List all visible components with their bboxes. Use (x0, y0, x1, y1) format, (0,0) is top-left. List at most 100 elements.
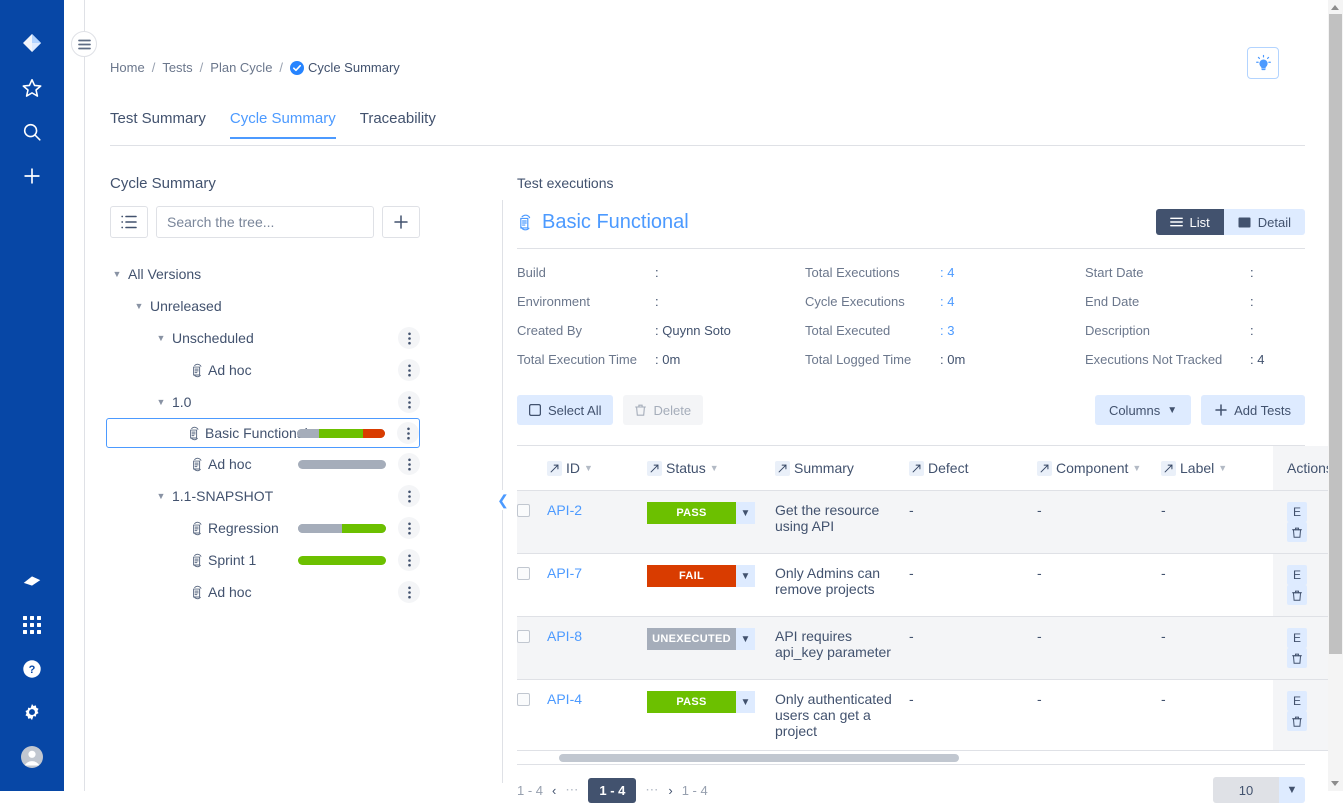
tree-item-basic-functional[interactable]: Basic Functional (106, 418, 420, 448)
list-view-icon[interactable] (110, 206, 148, 238)
tree-twisty-icon[interactable]: ▼ (154, 397, 168, 407)
breadcrumb-item-tests[interactable]: Tests (162, 60, 192, 75)
status-badge[interactable]: PASS (647, 502, 736, 524)
column-header-defect[interactable]: Defect (909, 446, 1037, 491)
row-checkbox[interactable] (517, 693, 530, 706)
status-badge[interactable]: FAIL (647, 565, 736, 587)
tree-item-all-versions[interactable]: ▼ All Versions (110, 258, 420, 290)
tab-cycle-summary[interactable]: Cycle Summary (218, 110, 348, 139)
pagination-current-page[interactable]: 1 - 4 (588, 777, 637, 803)
breadcrumb-item-home[interactable]: Home (110, 60, 145, 75)
tree-item-more-menu-icon[interactable] (398, 485, 420, 507)
tree-item-unscheduled[interactable]: ▼ Unscheduled (110, 322, 420, 354)
tree-item-more-menu-icon[interactable] (398, 327, 420, 349)
tree-item-ad-hoc[interactable]: Ad hoc (110, 354, 420, 386)
meta-value[interactable]: : 4 (940, 294, 1085, 309)
meta-value[interactable]: : 3 (940, 323, 1085, 338)
tree-item-more-menu-icon[interactable] (398, 517, 420, 539)
scroll-up-arrow-icon[interactable] (1331, 5, 1339, 10)
tree-item-more-menu-icon[interactable] (398, 359, 420, 381)
tree-item-more-menu-icon[interactable] (397, 422, 419, 444)
status-badge[interactable]: PASS (647, 691, 736, 713)
page-scrollbar-thumb[interactable] (1329, 14, 1342, 654)
tree-twisty-icon[interactable]: ▼ (154, 491, 168, 501)
tree-item-ad-hoc[interactable]: Ad hoc (110, 448, 420, 480)
apps-grid-icon[interactable] (16, 609, 48, 641)
jira-logo-icon[interactable] (16, 28, 48, 60)
add-tests-button[interactable]: Add Tests (1201, 395, 1305, 425)
delete-row-button[interactable] (1287, 522, 1307, 542)
tree-twisty-icon[interactable]: ▼ (132, 301, 146, 311)
column-header-summary[interactable]: Summary (775, 446, 909, 491)
plus-icon[interactable] (16, 160, 48, 192)
tree-item-1-1-snapshot[interactable]: ▼ 1.1-SNAPSHOT (110, 480, 420, 512)
meta-value[interactable]: : 4 (940, 265, 1085, 280)
tree-item-regression[interactable]: Regression (110, 512, 420, 544)
view-toggle-list[interactable]: List (1155, 209, 1224, 235)
delete-row-button[interactable] (1287, 711, 1307, 731)
help-icon[interactable]: ? (16, 653, 48, 685)
page-size-select[interactable]: 10 ▼ (1213, 777, 1305, 803)
test-id-link[interactable]: API-2 (547, 502, 582, 518)
row-checkbox[interactable] (517, 504, 530, 517)
tab-traceability[interactable]: Traceability (348, 110, 448, 138)
delete-row-button[interactable] (1287, 585, 1307, 605)
columns-button[interactable]: Columns ▼ (1094, 395, 1192, 425)
test-id-link[interactable]: API-4 (547, 691, 582, 707)
table-row[interactable]: API-8 UNEXECUTED ▼ API requires api_key par… (517, 616, 1343, 680)
tree-item-more-menu-icon[interactable] (398, 453, 420, 475)
row-checkbox[interactable] (517, 567, 530, 580)
row-checkbox[interactable] (517, 630, 530, 643)
feedback-icon[interactable] (16, 565, 48, 597)
status-dropdown-chevron-icon[interactable]: ▼ (736, 565, 755, 587)
tree-item-more-menu-icon[interactable] (398, 581, 420, 603)
chevron-down-icon[interactable]: ▼ (1279, 777, 1305, 803)
lightbulb-icon[interactable] (1247, 47, 1279, 79)
breadcrumb-item-cycle-summary[interactable]: Cycle Summary (290, 60, 400, 75)
delete-button[interactable]: Delete (623, 395, 704, 425)
column-header-label[interactable]: Label ▼ (1161, 446, 1273, 491)
table-row[interactable]: API-4 PASS ▼ Only authenticated users can g… (517, 679, 1343, 751)
status-badge[interactable]: UNEXECUTED (647, 628, 736, 650)
sort-chevron-icon[interactable]: ▼ (1218, 463, 1227, 473)
delete-row-button[interactable] (1287, 648, 1307, 668)
execute-button[interactable]: E (1287, 565, 1307, 585)
scroll-down-arrow-icon[interactable] (1331, 781, 1339, 786)
select-all-button[interactable]: Select All (517, 395, 614, 425)
search-input[interactable] (156, 206, 374, 238)
tab-test-summary[interactable]: Test Summary (110, 110, 218, 138)
sort-chevron-icon[interactable]: ▼ (1132, 463, 1141, 473)
add-cycle-button[interactable] (382, 206, 420, 238)
pagination-next-button[interactable]: › (668, 783, 672, 798)
table-horizontal-scrollbar[interactable] (517, 751, 1305, 765)
search-icon[interactable] (16, 116, 48, 148)
tree-item-unreleased[interactable]: ▼ Unreleased (110, 290, 420, 322)
sort-chevron-icon[interactable]: ▼ (584, 463, 593, 473)
status-dropdown-chevron-icon[interactable]: ▼ (736, 691, 755, 713)
status-dropdown-chevron-icon[interactable]: ▼ (736, 502, 755, 524)
breadcrumb-item-plan-cycle[interactable]: Plan Cycle (210, 60, 272, 75)
tree-item-1-0[interactable]: ▼ 1.0 (110, 386, 420, 418)
star-icon[interactable] (16, 72, 48, 104)
avatar-icon[interactable] (16, 741, 48, 773)
scrollbar-thumb[interactable] (559, 754, 959, 762)
tree-twisty-icon[interactable]: ▼ (154, 333, 168, 343)
tree-item-more-menu-icon[interactable] (398, 549, 420, 571)
test-id-link[interactable]: API-8 (547, 628, 582, 644)
collapse-panel-chevron-icon[interactable]: ❮ (497, 490, 509, 510)
execute-button[interactable]: E (1287, 628, 1307, 648)
view-toggle-detail[interactable]: Detail (1223, 209, 1305, 235)
sort-chevron-icon[interactable]: ▼ (710, 463, 719, 473)
tree-twisty-icon[interactable]: ▼ (110, 269, 124, 279)
tree-item-ad-hoc[interactable]: Ad hoc (110, 576, 420, 608)
execute-button[interactable]: E (1287, 502, 1307, 522)
tree-item-sprint-1[interactable]: Sprint 1 (110, 544, 420, 576)
column-header-component[interactable]: Component ▼ (1037, 446, 1161, 491)
status-dropdown-chevron-icon[interactable]: ▼ (736, 628, 755, 650)
column-header-status[interactable]: Status ▼ (647, 446, 775, 491)
column-header-id[interactable]: ID ▼ (547, 446, 647, 491)
page-scrollbar[interactable] (1328, 0, 1343, 791)
table-row[interactable]: API-2 PASS ▼ Get the resource using API - - - E (517, 490, 1343, 554)
tree-item-more-menu-icon[interactable] (398, 391, 420, 413)
menu-icon[interactable] (71, 31, 97, 57)
